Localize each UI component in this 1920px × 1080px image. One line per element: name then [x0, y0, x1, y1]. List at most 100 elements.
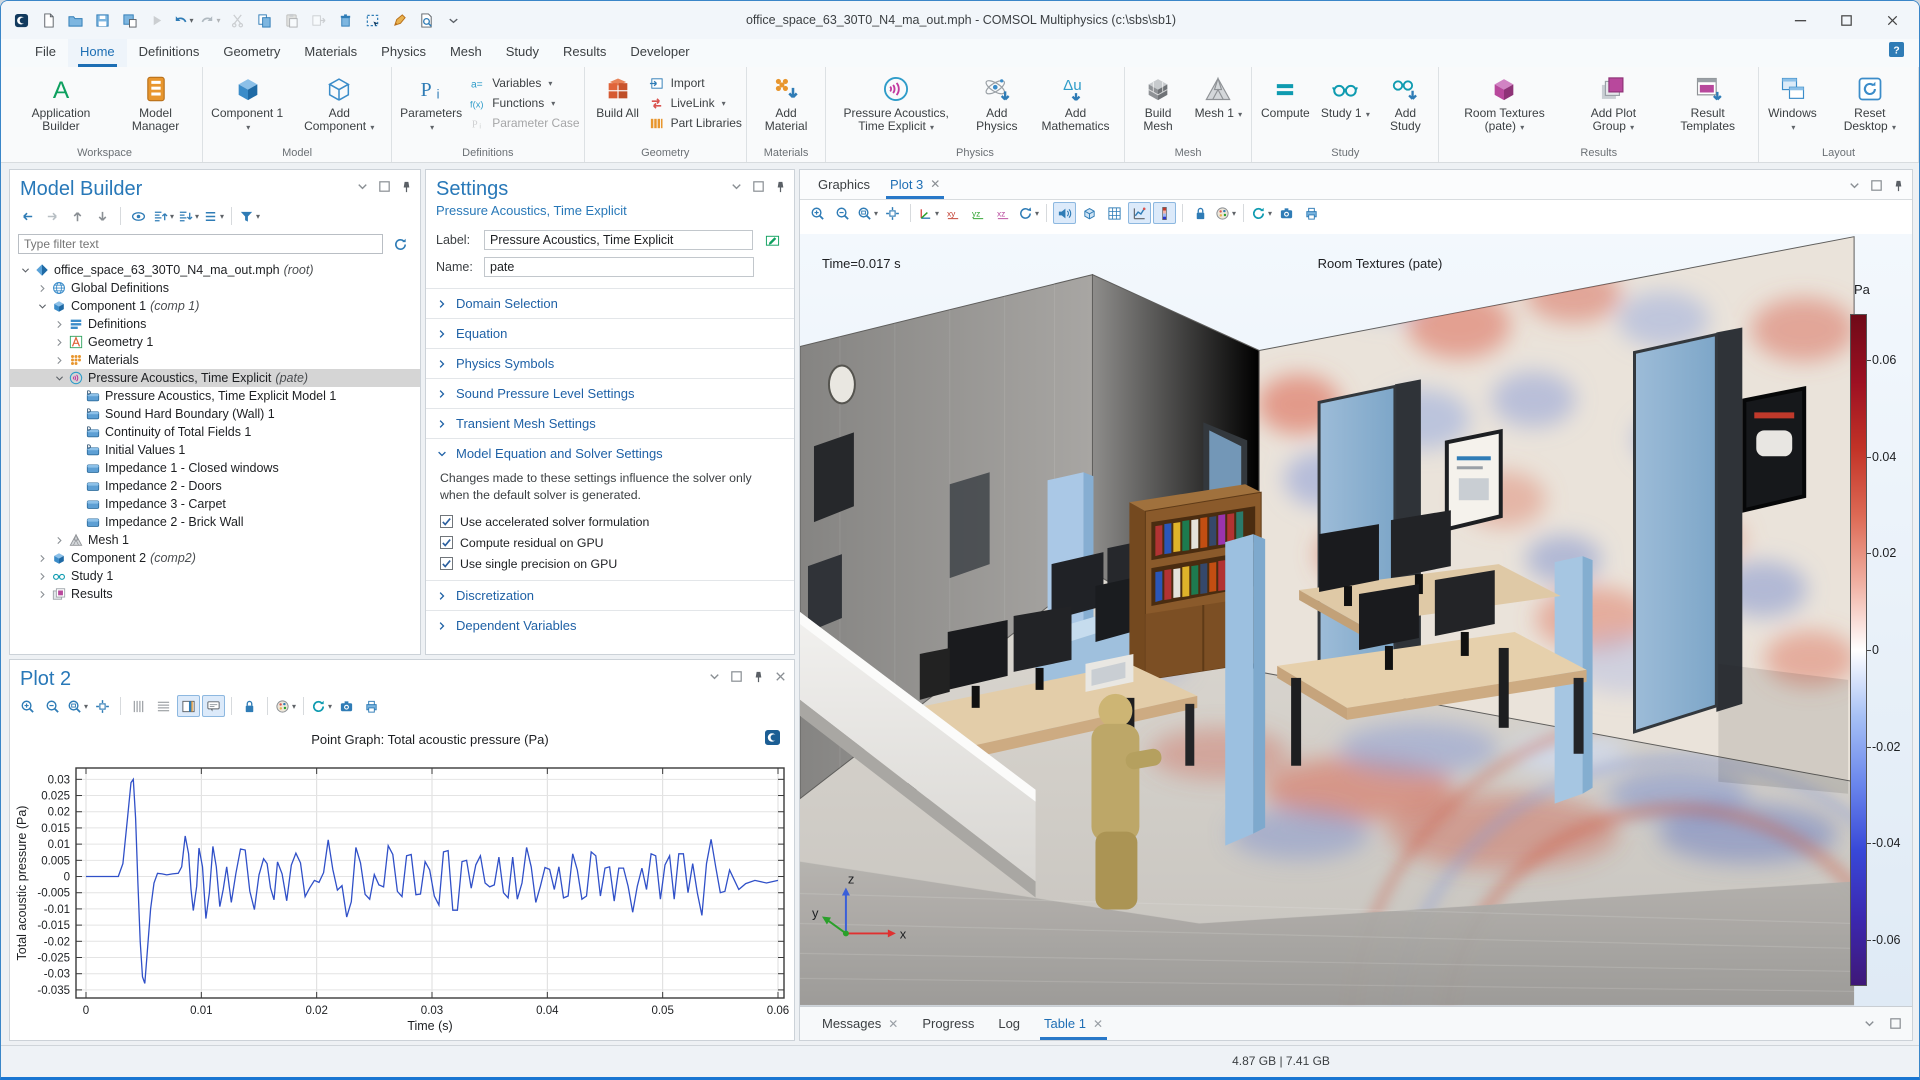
- chevron-down-icon[interactable]: [35, 301, 50, 312]
- doc-preview-button[interactable]: [416, 10, 436, 30]
- section-header[interactable]: Physics Symbols: [426, 349, 794, 378]
- reset-desktop-button[interactable]: Reset Desktop ▾: [1826, 71, 1914, 136]
- grid-horizontal-button[interactable]: [152, 695, 175, 717]
- speaker-button[interactable]: [1053, 202, 1076, 224]
- close-tab-icon[interactable]: ✕: [930, 177, 940, 191]
- duplicate-button[interactable]: [308, 10, 328, 30]
- grid-vertical-button[interactable]: [127, 695, 150, 717]
- livelink-button[interactable]: LiveLink ▾: [649, 95, 742, 111]
- zoom-extents-button[interactable]: [881, 202, 904, 224]
- component-button[interactable]: Component 1 ▾: [207, 71, 289, 136]
- rename-button[interactable]: [761, 229, 784, 251]
- eye-button[interactable]: [127, 205, 150, 227]
- graphics-viewport[interactable]: Time=0.017 s Room Textures (pate) z x y …: [800, 234, 1912, 1006]
- close-tab-icon[interactable]: ✕: [1093, 1017, 1103, 1031]
- chevron-right-icon[interactable]: [35, 571, 50, 582]
- tree-node-impedance-2-brick-wall[interactable]: Impedance 2 - Brick Wall: [10, 513, 420, 531]
- model-manager-button[interactable]: Model Manager: [113, 71, 198, 136]
- play-button[interactable]: [146, 10, 166, 30]
- zoom-in-button[interactable]: [16, 695, 39, 717]
- study-button[interactable]: Study 1 ▾: [1316, 71, 1374, 122]
- add-component-button[interactable]: Add Component ▾: [291, 71, 387, 136]
- zoom-out-button[interactable]: [41, 695, 64, 717]
- paste-button[interactable]: [281, 10, 301, 30]
- arrow-down-button[interactable]: [91, 205, 114, 227]
- chevron-more-button[interactable]: [443, 10, 463, 30]
- parameters-button[interactable]: Pi Parameters ▾: [396, 71, 468, 136]
- checkbox-compute-residual-on-gpu[interactable]: Compute residual on GPU: [426, 532, 794, 553]
- close-tab-icon[interactable]: ✕: [888, 1017, 898, 1031]
- part-libraries-button[interactable]: Part Libraries: [649, 115, 742, 131]
- chevron-right-icon[interactable]: [35, 553, 50, 564]
- zoom-in-button[interactable]: [806, 202, 829, 224]
- tab-messages[interactable]: Messages ✕: [810, 1007, 910, 1040]
- tree-node-initial-values-1[interactable]: D Initial Values 1: [10, 441, 420, 459]
- point-graph-chart[interactable]: Point Graph: Total acoustic pressure (Pa…: [10, 722, 794, 1040]
- arrow-left-button[interactable]: [16, 205, 39, 227]
- lock-button[interactable]: [238, 695, 261, 717]
- window-panel-button[interactable]: [177, 695, 200, 717]
- mesh-button[interactable]: Mesh 1 ▾: [1189, 71, 1247, 122]
- menu-mesh[interactable]: Mesh: [438, 39, 494, 67]
- chevron-right-icon[interactable]: [52, 319, 67, 330]
- zoom-extents-button[interactable]: [91, 695, 114, 717]
- label-input[interactable]: [484, 230, 753, 250]
- float-button[interactable]: [1886, 1014, 1904, 1032]
- tab-table-1[interactable]: Table 1 ✕: [1032, 1007, 1115, 1040]
- expand-levels-button[interactable]: ▾: [152, 205, 175, 227]
- tree-node-pressure-acoustics-time-explicit-model-1[interactable]: D Pressure Acoustics, Time Explicit Model…: [10, 387, 420, 405]
- tree-node-impedance-3-carpet[interactable]: Impedance 3 - Carpet: [10, 495, 420, 513]
- palette-button[interactable]: ▾: [274, 695, 297, 717]
- tree-node-mesh-1[interactable]: Mesh 1: [10, 531, 420, 549]
- float-button[interactable]: [1868, 177, 1884, 193]
- tree-node-impedance-2-doors[interactable]: Impedance 2 - Doors: [10, 477, 420, 495]
- add-material-button[interactable]: Add Material: [751, 71, 821, 136]
- marker-button[interactable]: [389, 10, 409, 30]
- functions-button[interactable]: f(x) Functions ▾: [470, 95, 579, 111]
- color-legend-button[interactable]: [1153, 202, 1176, 224]
- section-header[interactable]: Model Equation and Solver Settings: [426, 439, 794, 468]
- close-panel-button[interactable]: [772, 668, 788, 684]
- add-mathematics-button[interactable]: Δu Add Mathematics: [1031, 71, 1119, 136]
- chevron-right-icon[interactable]: [35, 283, 50, 294]
- name-input[interactable]: [484, 257, 754, 277]
- rotate-button[interactable]: ▾: [1017, 202, 1040, 224]
- camera-button[interactable]: [1275, 202, 1298, 224]
- tree-node-impedance-1-closed-windows[interactable]: Impedance 1 - Closed windows: [10, 459, 420, 477]
- tree-node-global-definitions[interactable]: Global Definitions: [10, 279, 420, 297]
- tree-node-materials[interactable]: Materials: [10, 351, 420, 369]
- funnel-button[interactable]: ▾: [238, 205, 261, 227]
- section-header[interactable]: Equation: [426, 319, 794, 348]
- menu-file[interactable]: File: [23, 39, 68, 67]
- acoustics-button[interactable]: Pressure Acoustics, Time Explicit ▾: [830, 71, 962, 136]
- tree-node-component-2[interactable]: Component 2 (comp2): [10, 549, 420, 567]
- float-button[interactable]: [376, 178, 392, 194]
- menu-materials[interactable]: Materials: [292, 39, 369, 67]
- menu-study[interactable]: Study: [494, 39, 551, 67]
- pin-button[interactable]: [1890, 177, 1906, 193]
- new-file-button[interactable]: [38, 10, 58, 30]
- menu-definitions[interactable]: Definitions: [127, 39, 212, 67]
- room-textures-button[interactable]: Room Textures (pate) ▾: [1443, 71, 1565, 136]
- collapse-levels-button[interactable]: ▾: [177, 205, 200, 227]
- compute-button[interactable]: Compute: [1256, 71, 1314, 122]
- comsol-logo-button[interactable]: [761, 726, 784, 748]
- menu-developer[interactable]: Developer: [618, 39, 701, 67]
- chevron-right-icon[interactable]: [52, 355, 67, 366]
- view-xy-button[interactable]: xy: [942, 202, 965, 224]
- float-button[interactable]: [728, 668, 744, 684]
- redo-button[interactable]: ▾: [200, 10, 221, 30]
- pin-button[interactable]: [750, 668, 766, 684]
- tree-node-component-1[interactable]: Component 1 (comp 1): [10, 297, 420, 315]
- save-report-button[interactable]: [119, 10, 139, 30]
- chevron-down-button[interactable]: [706, 668, 722, 684]
- tab-graphics[interactable]: Graphics: [808, 169, 880, 199]
- tab-plot-3[interactable]: Plot 3 ✕: [880, 169, 950, 199]
- help-button[interactable]: ?: [1889, 42, 1909, 62]
- chevron-right-icon[interactable]: [35, 589, 50, 600]
- add-plot-group-button[interactable]: Add Plot Group ▾: [1568, 71, 1660, 136]
- close-button[interactable]: [1869, 1, 1915, 39]
- section-header[interactable]: Dependent Variables: [426, 611, 794, 640]
- view-xz-button[interactable]: xz: [992, 202, 1015, 224]
- tree-node-results[interactable]: Results: [10, 585, 420, 603]
